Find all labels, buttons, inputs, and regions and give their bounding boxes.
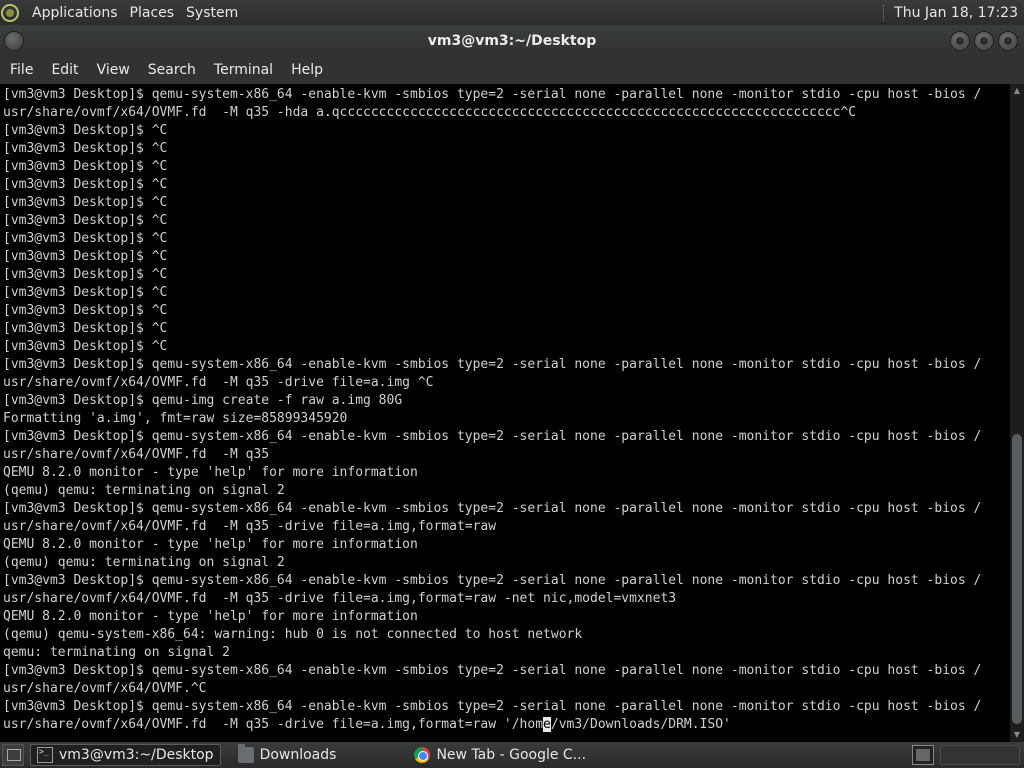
bottom-taskbar: vm3@vm3:~/Desktop Downloads New Tab - Go…	[0, 742, 1024, 768]
taskbar-item-label: New Tab - Google C...	[436, 747, 587, 763]
terminal-line: [vm3@vm3 Desktop]$ ^C	[3, 177, 168, 192]
terminal-line: Formatting 'a.img', fmt=raw size=8589934…	[3, 411, 348, 426]
workspace-pager[interactable]	[940, 745, 1020, 765]
menu-help[interactable]: Help	[285, 57, 329, 84]
input-text-before-cursor: usr/share/ovmf/x64/OVMF.fd -M q35 -drive…	[3, 717, 544, 732]
terminal-line: [vm3@vm3 Desktop]$ ^C	[3, 231, 168, 246]
menu-bar: File Edit View Search Terminal Help	[0, 57, 1024, 84]
clock[interactable]: Thu Jan 18, 17:23	[894, 5, 1024, 21]
terminal-line: [vm3@vm3 Desktop]$ ^C	[3, 303, 168, 318]
clock-area: Thu Jan 18, 17:23	[883, 0, 1024, 25]
maximize-button[interactable]	[974, 31, 994, 51]
taskbar-item-chrome[interactable]: New Tab - Google C...	[407, 744, 593, 766]
terminal-line: usr/share/ovmf/x64/OVMF.^C	[3, 681, 207, 696]
terminal-line: [vm3@vm3 Desktop]$ ^C	[3, 195, 168, 210]
window-title-bar[interactable]: vm3@vm3:~/Desktop	[0, 25, 1024, 57]
scroll-up-arrow-icon[interactable]: ▲	[1012, 86, 1022, 96]
terminal-line: usr/share/ovmf/x64/OVMF.fd -M q35	[3, 447, 270, 462]
terminal-line: usr/share/ovmf/x64/OVMF.fd -M q35 -drive…	[3, 375, 434, 390]
window-menu-button[interactable]	[4, 31, 24, 51]
folder-icon	[237, 744, 254, 763]
terminal-line: [vm3@vm3 Desktop]$ qemu-system-x86_64 -e…	[3, 501, 982, 516]
menu-search[interactable]: Search	[142, 57, 202, 84]
minimize-button[interactable]	[950, 31, 970, 51]
terminal-line: [vm3@vm3 Desktop]$ qemu-system-x86_64 -e…	[3, 357, 982, 372]
terminal-line: (qemu) qemu: terminating on signal 2	[3, 483, 285, 498]
terminal-line: [vm3@vm3 Desktop]$ ^C	[3, 141, 168, 156]
terminal-line: QEMU 8.2.0 monitor - type 'help' for mor…	[3, 537, 418, 552]
terminal-line: (qemu) qemu: terminating on signal 2	[3, 555, 285, 570]
terminal-line: [vm3@vm3 Desktop]$ qemu-system-x86_64 -e…	[3, 699, 982, 714]
terminal-output[interactable]: [vm3@vm3 Desktop]$ qemu-system-x86_64 -e…	[0, 84, 1010, 742]
taskbar-item-label: Downloads	[259, 747, 337, 763]
menu-view[interactable]: View	[91, 57, 136, 84]
show-desktop-icon[interactable]	[2, 744, 24, 766]
terminal-line: usr/share/ovmf/x64/OVMF.fd -M q35 -drive…	[3, 519, 497, 534]
places-menu[interactable]: Places	[126, 0, 183, 25]
terminal-line: [vm3@vm3 Desktop]$ ^C	[3, 285, 168, 300]
terminal-line: [vm3@vm3 Desktop]$ qemu-system-x86_64 -e…	[3, 429, 982, 444]
terminal-line: (qemu) qemu-system-x86_64: warning: hub …	[3, 627, 583, 642]
terminal-line: usr/share/ovmf/x64/OVMF.fd -M q35 -drive…	[3, 591, 677, 606]
terminal-line: QEMU 8.2.0 monitor - type 'help' for mor…	[3, 465, 418, 480]
terminal-scrollbar[interactable]: ▲ ▼	[1010, 84, 1024, 742]
terminal-line: [vm3@vm3 Desktop]$ ^C	[3, 159, 168, 174]
system-menu[interactable]: System	[182, 0, 246, 25]
taskbar-item-downloads[interactable]: Downloads	[231, 744, 344, 766]
panel-separator	[883, 4, 885, 21]
input-text-after-cursor: /vm3/Downloads/DRM.ISO'	[550, 717, 731, 732]
gnome-foot-icon[interactable]	[0, 3, 20, 23]
terminal-line: [vm3@vm3 Desktop]$ ^C	[3, 321, 168, 336]
applications-menu[interactable]: Applications	[26, 0, 126, 25]
terminal-line: [vm3@vm3 Desktop]$ ^C	[3, 267, 168, 282]
workspace-switcher-icon[interactable]	[912, 745, 934, 765]
scroll-down-arrow-icon[interactable]: ▼	[1012, 730, 1022, 740]
menu-file[interactable]: File	[4, 57, 39, 84]
close-button[interactable]	[998, 31, 1018, 51]
terminal-line: [vm3@vm3 Desktop]$ ^C	[3, 123, 168, 138]
terminal-line: [vm3@vm3 Desktop]$ ^C	[3, 339, 168, 354]
terminal-line: [vm3@vm3 Desktop]$ qemu-system-x86_64 -e…	[3, 87, 982, 102]
terminal-line: [vm3@vm3 Desktop]$ qemu-system-x86_64 -e…	[3, 663, 982, 678]
terminal-line: [vm3@vm3 Desktop]$ qemu-img create -f ra…	[3, 393, 403, 408]
window-title: vm3@vm3:~/Desktop	[427, 33, 597, 49]
terminal-line: [vm3@vm3 Desktop]$ ^C	[3, 213, 168, 228]
taskbar-item-label: vm3@vm3:~/Desktop	[59, 747, 214, 763]
taskbar-item-terminal[interactable]: vm3@vm3:~/Desktop	[30, 744, 221, 766]
text-cursor: e	[543, 717, 551, 732]
terminal-line: QEMU 8.2.0 monitor - type 'help' for mor…	[3, 609, 418, 624]
menu-edit[interactable]: Edit	[45, 57, 84, 84]
terminal-line: qemu: terminating on signal 2	[3, 645, 230, 660]
chrome-icon	[414, 747, 431, 763]
top-panel: Applications Places System Thu Jan 18, 1…	[0, 0, 1024, 25]
terminal-line: usr/share/ovmf/x64/OVMF.fd -M q35 -hda a…	[3, 105, 857, 120]
terminal-line: [vm3@vm3 Desktop]$ qemu-system-x86_64 -e…	[3, 573, 982, 588]
terminal-line: [vm3@vm3 Desktop]$ ^C	[3, 249, 168, 264]
terminal-input-line[interactable]: usr/share/ovmf/x64/OVMF.fd -M q35 -drive…	[3, 716, 1010, 734]
terminal-icon	[37, 747, 53, 763]
scrollbar-thumb[interactable]	[1012, 434, 1022, 724]
menu-terminal[interactable]: Terminal	[208, 57, 279, 84]
